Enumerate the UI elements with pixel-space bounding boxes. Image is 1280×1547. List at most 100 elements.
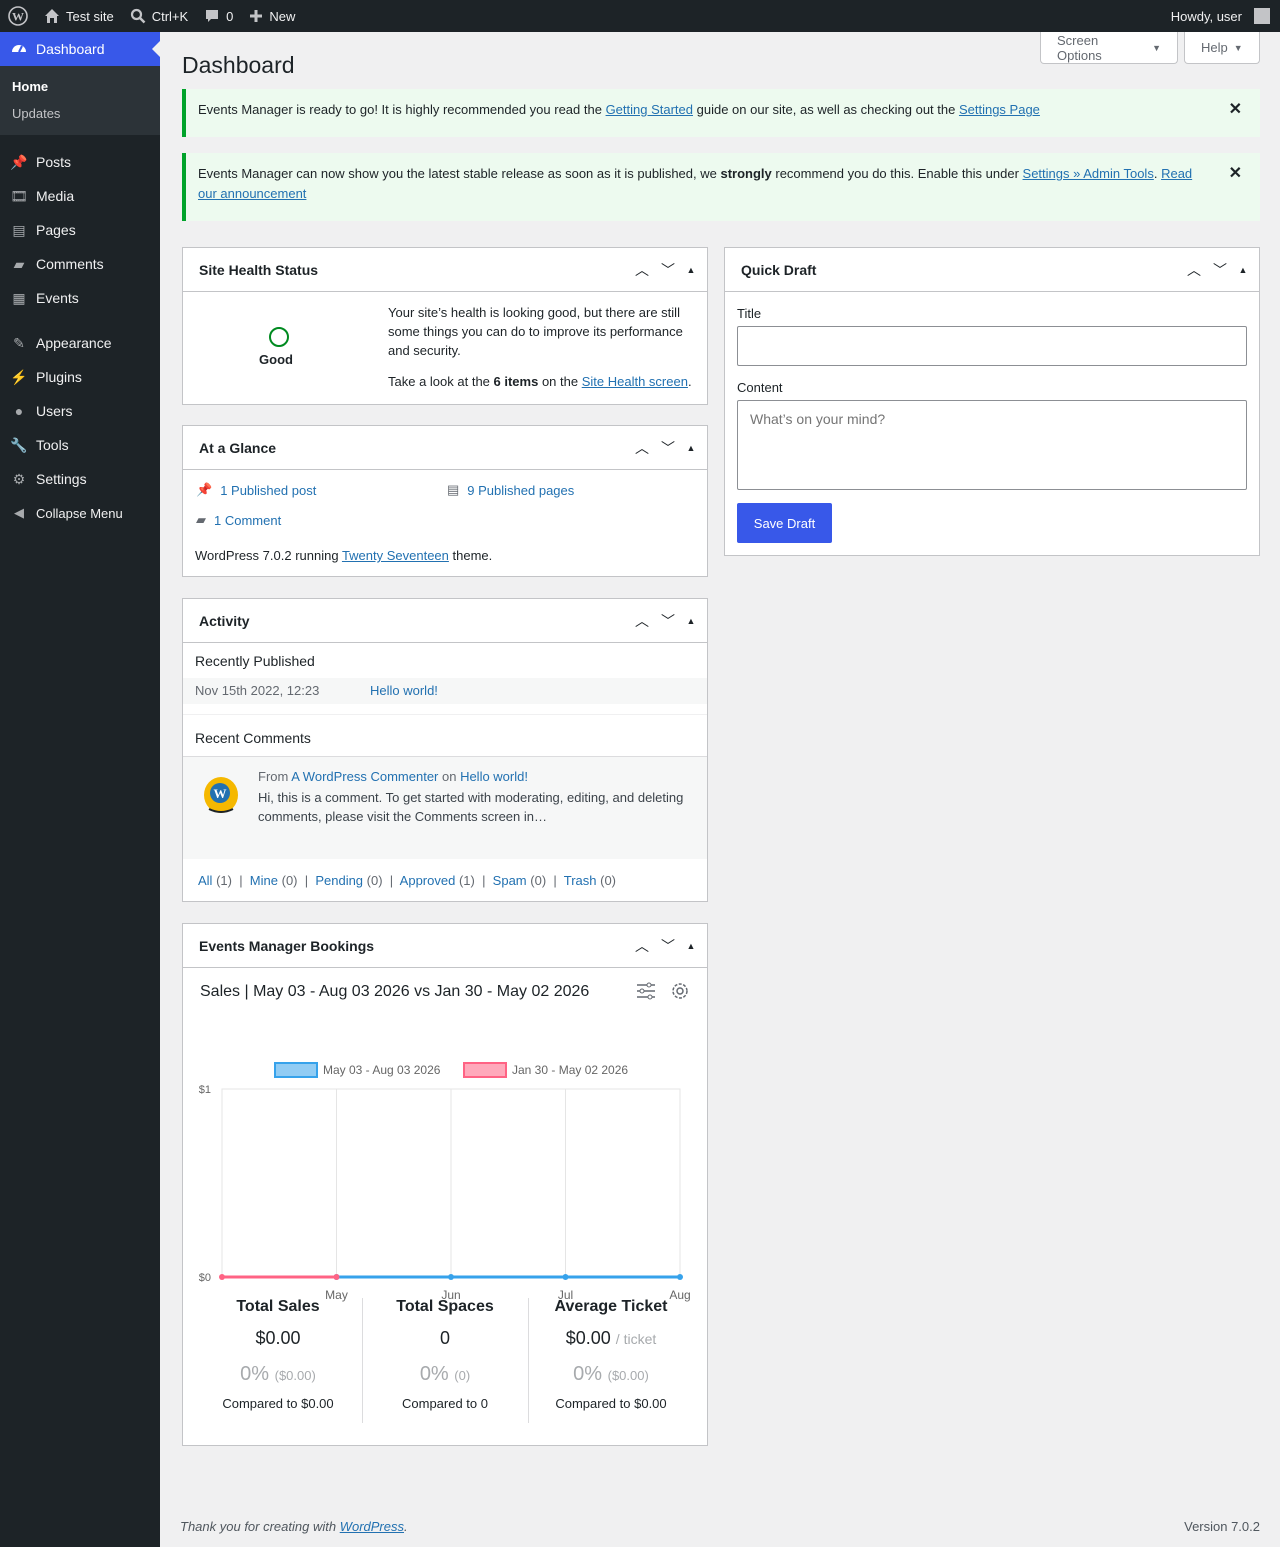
published-pages-link[interactable]: 9 Published pages bbox=[467, 483, 574, 498]
plugin-icon: ⚡ bbox=[10, 368, 28, 385]
comments-link[interactable]: 0 bbox=[196, 0, 241, 32]
glance-pages[interactable]: ▤ 9 Published pages bbox=[447, 482, 574, 498]
save-draft-button[interactable]: Save Draft bbox=[737, 503, 832, 543]
comment-post-link[interactable]: Hello world! bbox=[460, 769, 528, 784]
move-down-icon[interactable]: ﹀ bbox=[655, 611, 681, 631]
toggle-panel-icon[interactable]: ▲ bbox=[681, 941, 701, 951]
data-point bbox=[448, 1274, 454, 1280]
published-date: Nov 15th 2022, 12:23 bbox=[195, 683, 320, 698]
published-posts-link[interactable]: 1 Published post bbox=[220, 483, 316, 498]
published-post-link[interactable]: Hello world! bbox=[370, 683, 438, 698]
screen-options-label: Screen Options bbox=[1057, 32, 1102, 63]
settings-page-link[interactable]: Settings Page bbox=[959, 102, 1040, 117]
menu-tools[interactable]: 🔧 Tools bbox=[0, 428, 160, 462]
move-down-icon[interactable]: ﹀ bbox=[655, 438, 681, 458]
theme-link[interactable]: Twenty Seventeen bbox=[342, 548, 449, 563]
toggle-panel-icon[interactable]: ▲ bbox=[681, 265, 701, 275]
admin-tools-link[interactable]: Settings » Admin Tools bbox=[1023, 166, 1154, 181]
quick-draft-widget: Quick Draft ︿﹀▲ Title Content Save Draft bbox=[724, 247, 1260, 556]
draft-title-input[interactable] bbox=[737, 326, 1247, 366]
comment-on: on bbox=[438, 769, 461, 784]
filter-approved-link[interactable]: Approved bbox=[400, 873, 456, 888]
comment-author-link[interactable]: A WordPress Commenter bbox=[291, 769, 438, 784]
stat-total-spaces: Total Spaces 0 0% (0) Compared to 0 bbox=[362, 1298, 528, 1411]
collapse-menu-button[interactable]: ◀ Collapse Menu bbox=[0, 496, 160, 530]
filter-trash-link[interactable]: Trash bbox=[564, 873, 597, 888]
site-name-link[interactable]: Test site bbox=[36, 0, 122, 32]
legend-label: Jan 30 - May 02 2026 bbox=[512, 1063, 628, 1077]
comments-link[interactable]: 1 Comment bbox=[214, 513, 281, 528]
stat-compare: Compared to $0.00 bbox=[222, 1396, 334, 1411]
menu-settings[interactable]: ⚙ Settings bbox=[0, 462, 160, 496]
new-content-link[interactable]: New bbox=[241, 0, 303, 32]
search-link[interactable]: Ctrl+K bbox=[122, 0, 196, 32]
stat-pct-text: 0% bbox=[573, 1363, 603, 1385]
gear-icon[interactable] bbox=[669, 980, 691, 1002]
data-point bbox=[219, 1274, 225, 1280]
admin-bar: W Test site Ctrl+K 0 New Howdy, user bbox=[0, 0, 1280, 32]
comments-icon: ▰ bbox=[13, 255, 25, 272]
menu-plugins[interactable]: ⚡ Plugins bbox=[0, 360, 160, 394]
comment-icon bbox=[206, 10, 219, 22]
divider bbox=[183, 714, 707, 715]
submenu-home[interactable]: Home bbox=[0, 73, 160, 100]
draft-content-textarea[interactable] bbox=[737, 400, 1247, 490]
move-up-icon[interactable]: ︿ bbox=[629, 936, 655, 956]
wordpress-link[interactable]: WordPress bbox=[340, 1519, 404, 1534]
comment-from: From bbox=[258, 769, 292, 784]
menu-pages[interactable]: ▤ Pages bbox=[0, 213, 160, 247]
stat-title: Total Spaces bbox=[396, 1298, 494, 1315]
menu-appearance[interactable]: ✎ Appearance bbox=[0, 326, 160, 360]
menu-users[interactable]: ● Users bbox=[0, 394, 160, 428]
filter-pending-link[interactable]: Pending bbox=[315, 873, 363, 888]
pushpin-icon: 📌 bbox=[196, 482, 213, 497]
filter-all-link[interactable]: All bbox=[198, 873, 212, 888]
dashboard-icon bbox=[10, 40, 28, 58]
getting-started-link[interactable]: Getting Started bbox=[606, 102, 693, 117]
glance-posts[interactable]: 📌 1 Published post bbox=[196, 482, 316, 498]
submenu-updates[interactable]: Updates bbox=[0, 100, 160, 127]
menu-media[interactable]: 🎞 Media bbox=[0, 179, 160, 213]
wp-version-info: WordPress 7.0.2 running Twenty Seventeen… bbox=[195, 548, 492, 563]
glance-comments[interactable]: ▰ 1 Comment bbox=[196, 512, 281, 528]
filter-mine-link[interactable]: Mine bbox=[250, 873, 278, 888]
filter-spam-link[interactable]: Spam bbox=[493, 873, 527, 888]
legend-label: May 03 - Aug 03 2026 bbox=[323, 1063, 441, 1077]
wp-logo-icon[interactable]: W bbox=[0, 0, 36, 32]
menu-events[interactable]: ▦ Events bbox=[0, 281, 160, 315]
move-up-icon[interactable]: ︿ bbox=[629, 438, 655, 458]
menu-posts[interactable]: 📌 Posts bbox=[0, 145, 160, 179]
my-account-link[interactable]: Howdy, user bbox=[1163, 0, 1280, 32]
move-up-icon[interactable]: ︿ bbox=[1181, 260, 1207, 280]
search-icon bbox=[130, 8, 146, 24]
svg-text:W: W bbox=[12, 10, 24, 24]
move-down-icon[interactable]: ﹀ bbox=[1207, 260, 1233, 280]
toggle-panel-icon[interactable]: ▲ bbox=[681, 443, 701, 453]
stat-value-text: $0.00 bbox=[255, 1328, 301, 1348]
move-up-icon[interactable]: ︿ bbox=[629, 611, 655, 631]
health-items-post: . bbox=[687, 374, 692, 389]
site-health-link[interactable]: Site Health screen bbox=[582, 374, 688, 389]
notice-release: Events Manager can now show you the late… bbox=[182, 153, 1260, 221]
stat-title: Total Sales bbox=[236, 1298, 320, 1315]
toggle-panel-icon[interactable]: ▲ bbox=[1233, 265, 1253, 275]
menu-dashboard[interactable]: Dashboard bbox=[0, 32, 160, 66]
health-circle-icon bbox=[269, 327, 289, 347]
dismiss-notice-icon[interactable]: ✕ bbox=[1229, 100, 1242, 120]
toggle-panel-icon[interactable]: ▲ bbox=[681, 616, 701, 626]
data-point bbox=[333, 1274, 340, 1280]
health-indicator bbox=[259, 326, 293, 351]
menu-comments[interactable]: ▰ Comments bbox=[0, 247, 160, 281]
published-row: Nov 15th 2022, 12:23 Hello world! bbox=[183, 678, 707, 704]
filters-icon[interactable] bbox=[635, 980, 657, 1002]
move-down-icon[interactable]: ﹀ bbox=[655, 260, 681, 280]
menu-appearance-label: Appearance bbox=[36, 335, 112, 351]
svg-text:W: W bbox=[214, 786, 227, 801]
help-button[interactable]: Help ▼ bbox=[1184, 32, 1260, 64]
dismiss-notice-icon[interactable]: ✕ bbox=[1229, 164, 1242, 184]
screen-options-button[interactable]: Screen Options ▼ bbox=[1040, 32, 1178, 64]
move-up-icon[interactable]: ︿ bbox=[629, 260, 655, 280]
notice-release-text: Events Manager can now show you the late… bbox=[198, 166, 721, 181]
widget-header: Activity ︿ ﹀ ▲ bbox=[183, 599, 707, 643]
move-down-icon[interactable]: ﹀ bbox=[655, 936, 681, 956]
